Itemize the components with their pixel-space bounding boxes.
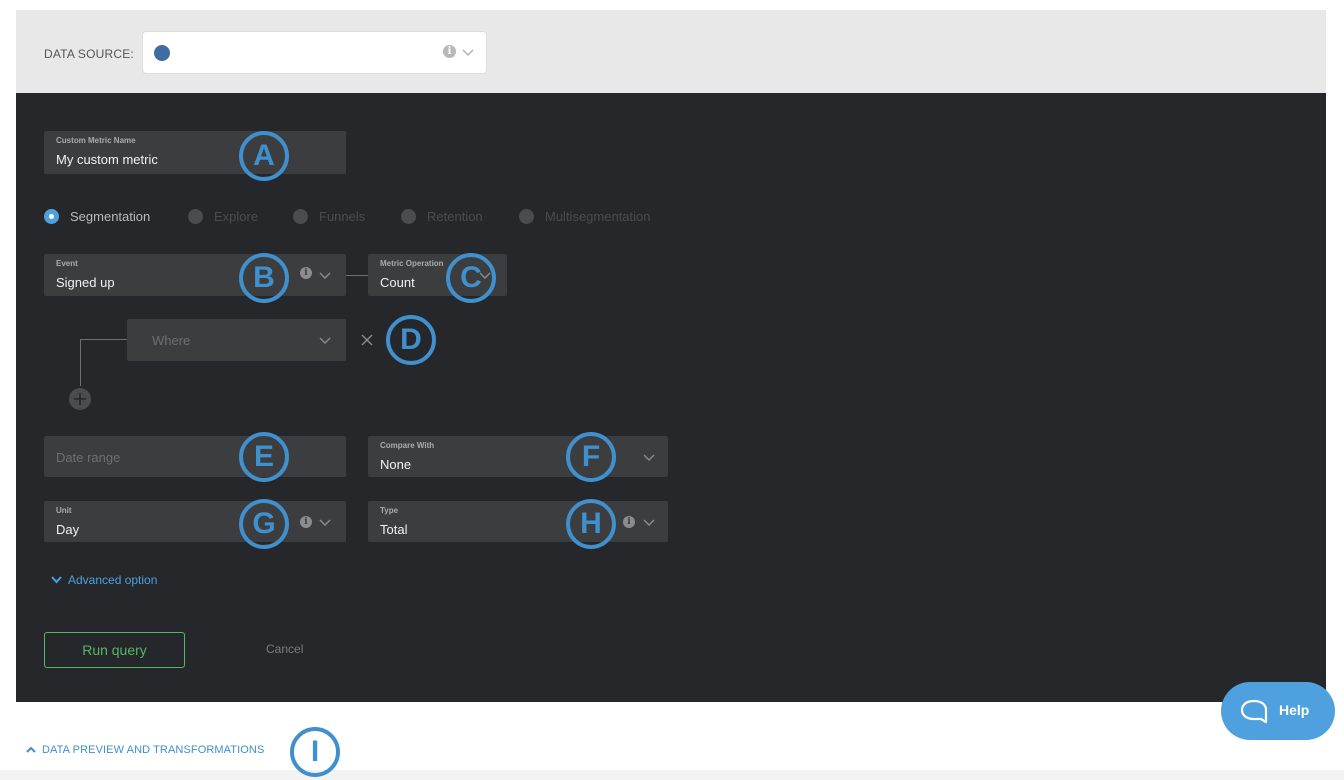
cancel-button[interactable]: Cancel: [266, 642, 303, 656]
tab-retention[interactable]: Retention: [401, 208, 483, 224]
event-value: Signed up: [56, 275, 115, 290]
annotation-d: D: [386, 315, 436, 365]
data-source-bar: DATA SOURCE: i: [16, 10, 1326, 93]
tab-segmentation-label: Segmentation: [70, 208, 151, 224]
compare-with-value: None: [380, 457, 412, 472]
custom-metric-name-label: Custom Metric Name: [56, 136, 136, 145]
chevron-down-icon: [319, 272, 331, 279]
tab-explore[interactable]: Explore: [188, 208, 258, 224]
annotation-c: C: [446, 253, 496, 303]
annotation-e: E: [239, 432, 289, 482]
where-select[interactable]: Where: [127, 319, 346, 361]
add-filter-button[interactable]: [69, 388, 91, 410]
tab-multisegmentation[interactable]: Multisegmentation: [519, 208, 651, 224]
compare-with-label: Compare With: [380, 441, 435, 450]
radio-icon: [188, 208, 203, 224]
compare-with-select[interactable]: Compare With None: [368, 436, 668, 477]
tab-segmentation[interactable]: Segmentation: [44, 208, 150, 224]
query-builder-panel: [16, 93, 1326, 702]
tab-explore-label: Explore: [214, 208, 259, 224]
data-preview-toggle[interactable]: DATA PREVIEW AND TRANSFORMATIONS: [25, 744, 264, 756]
type-value: Total: [380, 522, 408, 537]
chevron-up-icon: [26, 746, 36, 753]
filter-tree-line: [80, 339, 127, 340]
type-label: Type: [380, 506, 399, 515]
info-icon[interactable]: i: [443, 45, 456, 58]
annotation-g: G: [239, 499, 289, 549]
run-query-button[interactable]: Run query: [44, 632, 185, 668]
custom-metric-name-field[interactable]: Custom Metric Name My custom metric: [44, 131, 346, 174]
help-button[interactable]: Help: [1221, 682, 1335, 740]
event-select[interactable]: Event Signed up i: [44, 254, 346, 296]
advanced-option-toggle[interactable]: Advanced option: [50, 573, 157, 587]
chat-bubble-icon: [1240, 699, 1268, 724]
radio-icon: [293, 208, 308, 224]
unit-label: Unit: [56, 506, 72, 515]
date-range-placeholder: Date range: [56, 450, 121, 465]
plus-icon: [74, 393, 86, 405]
advanced-option-label: Advanced option: [68, 573, 158, 587]
tab-funnels-label: Funnels: [319, 208, 366, 224]
help-label: Help: [1279, 702, 1310, 718]
unit-select[interactable]: Unit Day i: [44, 501, 346, 542]
radio-selected-icon: [44, 208, 59, 224]
where-placeholder: Where: [152, 333, 191, 348]
radio-icon: [401, 208, 416, 224]
radio-icon: [519, 208, 534, 224]
close-icon[interactable]: [360, 333, 374, 347]
unit-value: Day: [56, 522, 80, 537]
data-source-select[interactable]: i: [143, 32, 486, 73]
chevron-down-icon: [462, 49, 474, 56]
data-source-label: DATA SOURCE:: [44, 47, 134, 61]
tab-retention-label: Retention: [427, 208, 483, 224]
chevron-down-icon: [643, 454, 655, 461]
annotation-a: A: [239, 131, 289, 181]
annotation-b: B: [239, 253, 289, 303]
chevron-down-icon: [51, 576, 62, 584]
date-range-input[interactable]: Date range: [44, 436, 346, 477]
annotation-f: F: [566, 432, 616, 482]
footer-bar: [0, 770, 1344, 780]
metric-operation-label: Metric Operation: [380, 259, 444, 268]
chevron-down-icon: [643, 519, 655, 526]
data-preview-label: DATA PREVIEW AND TRANSFORMATIONS: [42, 744, 265, 756]
annotation-i: I: [290, 727, 340, 777]
connector-line: [346, 275, 368, 276]
annotation-h: H: [566, 499, 616, 549]
filter-tree-line: [80, 339, 81, 386]
tab-multisegmentation-label: Multisegmentation: [545, 208, 651, 224]
tab-funnels[interactable]: Funnels: [293, 208, 365, 224]
info-icon[interactable]: i: [300, 267, 312, 279]
chevron-down-icon: [319, 519, 331, 526]
event-label: Event: [56, 259, 78, 268]
data-source-logo-icon: [154, 45, 170, 61]
custom-metric-name-value: My custom metric: [56, 152, 158, 167]
info-icon[interactable]: i: [623, 516, 635, 528]
chevron-down-icon: [319, 337, 331, 344]
info-icon[interactable]: i: [300, 516, 312, 528]
metric-operation-value: Count: [380, 275, 415, 290]
type-select[interactable]: Type Total i: [368, 501, 668, 542]
